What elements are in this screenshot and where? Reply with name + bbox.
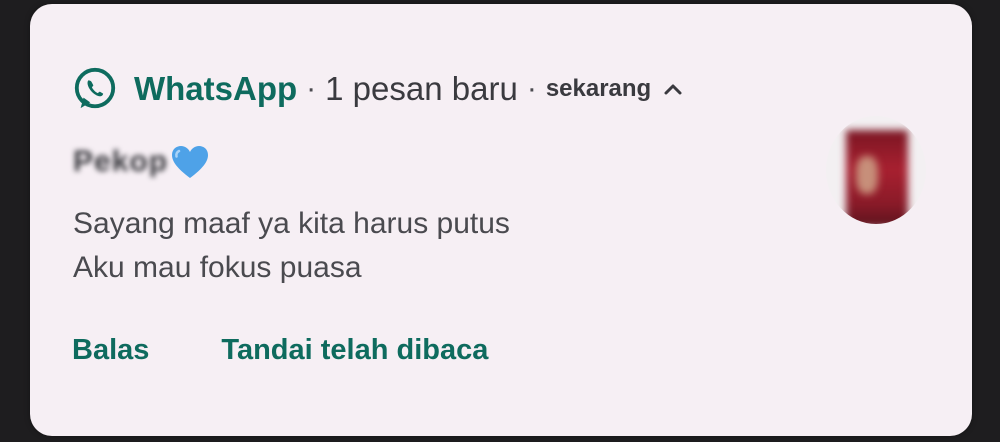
message-count: 1 pesan baru [325,70,518,107]
notification-time: sekarang [545,75,652,102]
whatsapp-icon [72,66,118,112]
header-separator: · [306,72,317,105]
sender-row: Pekop [73,144,210,180]
blue-heart-icon [170,144,210,180]
notification-header: WhatsApp · 1 pesan baru · sekarang [72,66,683,112]
message-body: Sayang maaf ya kita harus putus Aku mau … [73,202,510,290]
header-separator: · [526,72,537,105]
reply-button[interactable]: Balas [72,334,149,367]
message-line: Sayang maaf ya kita harus putus [73,207,510,240]
message-line: Aku mau fokus puasa [73,251,362,284]
avatar [826,116,926,224]
whatsapp-notification-card[interactable]: WhatsApp · 1 pesan baru · sekarang Pekop… [30,4,972,436]
sender-name: Pekop [73,145,169,178]
notification-actions: Balas Tandai telah dibaca [72,334,488,367]
avatar-face-blurred [856,156,878,194]
app-name: WhatsApp [134,70,298,107]
chevron-up-icon[interactable] [663,82,683,96]
mark-as-read-button[interactable]: Tandai telah dibaca [221,334,488,367]
